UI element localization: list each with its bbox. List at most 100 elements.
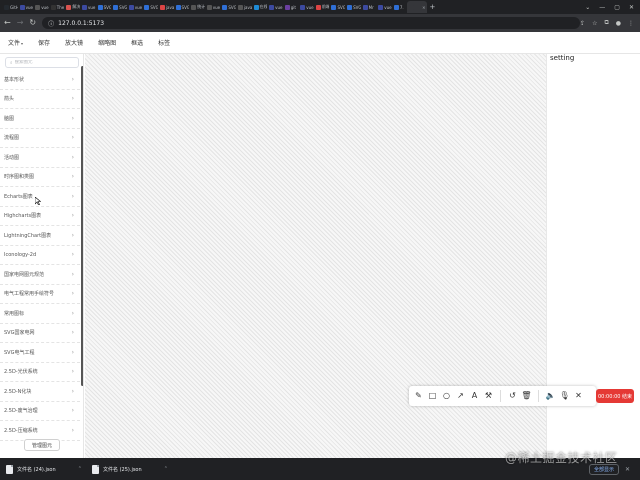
speaker-icon[interactable]: 🔈 — [545, 390, 556, 402]
profile-icon[interactable]: ● — [616, 20, 621, 27]
browser-tab[interactable]: 统计 — [189, 1, 205, 13]
browser-tab[interactable]: vue — [33, 1, 49, 13]
browser-tab[interactable]: vue — [298, 1, 314, 13]
category-item[interactable]: 国家电网图元规范 › — [0, 265, 80, 285]
category-item[interactable]: 时序图和类图 › — [0, 168, 80, 187]
url-field[interactable]: ⓘ 127.0.0.1:5173 — [42, 17, 580, 29]
menu-box-select[interactable]: 框选 — [131, 38, 143, 47]
category-label: LightningChart图表 — [4, 232, 52, 239]
site-info-icon[interactable]: ⓘ — [48, 19, 54, 28]
category-item[interactable]: SVG电气工程 › — [0, 343, 80, 363]
trash-icon[interactable]: 🗑 — [521, 390, 532, 402]
category-item[interactable]: 常用图标 › — [0, 304, 80, 324]
tab-label: java — [243, 4, 252, 10]
browser-tab[interactable]: SVG — [174, 1, 189, 13]
rectangle-icon[interactable]: □ — [427, 390, 438, 402]
browser-tab[interactable]: javas — [158, 1, 174, 13]
browser-tab[interactable]: java — [236, 1, 252, 13]
chevron-right-icon: › — [71, 407, 74, 415]
category-item[interactable]: 活动图 › — [0, 148, 80, 168]
text-icon[interactable]: A — [469, 390, 480, 402]
stop-recording-button[interactable]: 00:00:00 结束 — [596, 389, 634, 403]
browser-tab[interactable]: vue — [205, 1, 221, 13]
new-tab-button[interactable]: + — [427, 1, 443, 13]
bookmark-star-icon[interactable]: ☆ — [592, 20, 597, 27]
menu-file[interactable]: 文件▾ — [8, 38, 23, 47]
browser-tab[interactable]: 在线 — [252, 1, 267, 13]
tab-search-icon[interactable]: ⌄ — [585, 4, 590, 11]
browser-tab[interactable]: vue — [267, 1, 283, 13]
category-item[interactable]: 箭头 › — [0, 90, 80, 109]
sidebar-scrollbar[interactable] — [81, 66, 83, 386]
search-box[interactable]: ⌕ — [5, 57, 79, 68]
browser-tab[interactable]: SVG — [96, 1, 111, 13]
close-icon[interactable]: ✕ — [573, 390, 584, 402]
category-item[interactable]: 2.5D-压缩系统 › — [0, 421, 80, 441]
browser-tab[interactable]: SVG — [111, 1, 127, 13]
mosaic-brush-icon[interactable]: ⚒ — [483, 390, 494, 402]
search-input[interactable] — [14, 60, 75, 65]
browser-tab[interactable]: Mr — [361, 1, 377, 13]
window-close-icon[interactable]: ✕ — [629, 4, 634, 11]
category-item[interactable]: 基本形状 › — [0, 70, 80, 90]
tab-label: 统计 — [197, 4, 205, 9]
tab-label: SVG — [353, 4, 361, 10]
manage-shapes-button[interactable]: 管理图元 — [24, 439, 60, 451]
category-item[interactable]: 流程图 › — [0, 129, 80, 148]
category-item[interactable]: Iconology-2d › — [0, 246, 80, 265]
more-menu-icon[interactable]: ⋮ — [628, 20, 634, 27]
category-item[interactable]: SVG国家电网 › — [0, 324, 80, 343]
tab-favicon-icon — [362, 4, 368, 10]
tab-label: SVG — [150, 4, 158, 10]
browser-tab[interactable]: vue — [127, 1, 143, 13]
category-item[interactable]: 脑图 › — [0, 109, 80, 129]
category-item[interactable]: 2.5D-Ν化块 › — [0, 382, 80, 402]
browser-tab[interactable]: 解决 — [64, 1, 80, 13]
browser-tab[interactable]: vue — [18, 1, 34, 13]
browser-tab[interactable]: SVG — [345, 1, 361, 13]
back-icon[interactable]: ← — [4, 19, 11, 27]
browser-tab[interactable]: SVG — [220, 1, 236, 13]
minimize-icon[interactable]: — — [599, 4, 605, 11]
forward-icon[interactable]: → — [17, 19, 24, 27]
tab-label: Mr — [368, 4, 374, 10]
category-label: 电气工程常用手绘符号 — [4, 291, 55, 298]
tab-close-icon[interactable]: ✕ — [422, 5, 425, 10]
browser-tab[interactable]: GitH — [2, 1, 18, 13]
menu-tag[interactable]: 标签 — [158, 38, 170, 47]
category-item[interactable]: 2.5D-废气治理 › — [0, 402, 80, 421]
browser-tab[interactable]: vue — [376, 1, 392, 13]
category-item[interactable]: 2.5D-光伏系统 › — [0, 363, 80, 382]
download-item[interactable]: 文件名 (25).json ⌃ — [92, 464, 168, 474]
browser-tab[interactable]: ✕ — [407, 1, 428, 13]
download-item[interactable]: 文件名 (24).json ⌃ — [6, 464, 82, 474]
pencil-icon[interactable]: ✎ — [413, 390, 424, 402]
chevron-up-icon[interactable]: ⌃ — [78, 466, 82, 472]
microphone-icon[interactable]: 🎙 — [559, 390, 570, 402]
menu-magnifier[interactable]: 放大镜 — [65, 38, 83, 47]
arrow-icon[interactable]: ↗ — [455, 390, 466, 402]
browser-tab[interactable]: git — [283, 1, 299, 13]
category-label: Echarts图表 — [4, 193, 33, 200]
share-icon[interactable]: ⇪ — [580, 20, 585, 27]
extensions-icon[interactable]: ⧉ — [604, 19, 608, 27]
menu-save[interactable]: 保存 — [38, 38, 50, 47]
browser-tab[interactable]: SVG — [142, 1, 158, 13]
reload-icon[interactable]: ↻ — [29, 19, 36, 27]
close-shelf-icon[interactable]: ✕ — [625, 466, 630, 473]
chevron-right-icon: › — [71, 95, 74, 103]
menu-thumbnail[interactable]: 缩略图 — [98, 38, 116, 47]
undo-icon[interactable]: ↺ — [507, 390, 518, 402]
chevron-up-icon[interactable]: ⌃ — [164, 466, 168, 472]
maximize-icon[interactable]: ▢ — [614, 4, 620, 11]
circle-icon[interactable]: ○ — [441, 390, 452, 402]
browser-tab[interactable]: 7. — [392, 1, 408, 13]
category-item[interactable]: Highcharts图表 › — [0, 207, 80, 226]
browser-tab[interactable]: 前端 — [314, 1, 329, 13]
browser-tab[interactable]: vue — [80, 1, 96, 13]
browser-tab[interactable]: SVG — [329, 1, 345, 13]
category-item[interactable]: 电气工程常用手绘符号 › — [0, 285, 80, 304]
tab-favicon-icon — [175, 4, 181, 10]
browser-tab[interactable]: The — [49, 1, 65, 13]
category-item[interactable]: LightningChart图表 › — [0, 226, 80, 246]
